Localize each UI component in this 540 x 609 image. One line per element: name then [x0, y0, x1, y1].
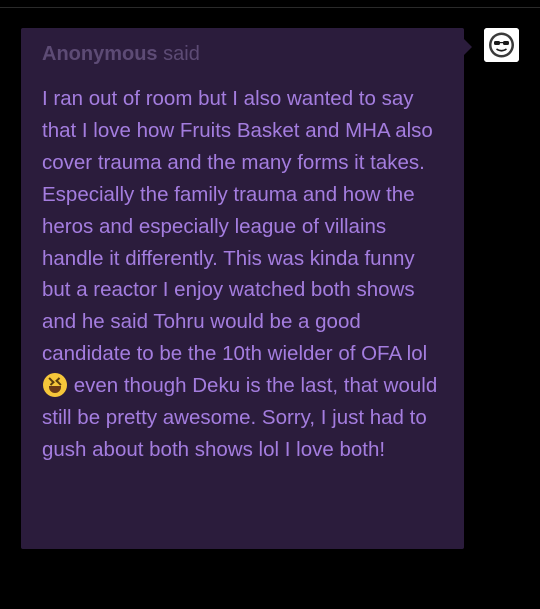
anonymous-sunglasses-avatar-icon	[484, 28, 519, 62]
grinning-squinting-face-icon	[43, 373, 67, 398]
ask-bubble: Anonymous said I ran out of room but I a…	[21, 28, 472, 549]
ask-message: I ran out of room but I also wanted to s…	[42, 83, 444, 466]
ask-message-text-end: even though Deku is the last, that would…	[42, 374, 438, 461]
asker-line: Anonymous said	[42, 40, 444, 68]
top-divider	[0, 7, 540, 8]
tumblr-ask-view: Anonymous said I ran out of room but I a…	[0, 0, 540, 609]
bubble-tail	[464, 39, 472, 55]
asker-name: Anonymous	[42, 43, 158, 65]
said-label: said	[163, 43, 200, 65]
anonymous-avatar[interactable]	[484, 28, 519, 62]
ask-message-text-start: I ran out of room but I also wanted to s…	[42, 87, 433, 366]
